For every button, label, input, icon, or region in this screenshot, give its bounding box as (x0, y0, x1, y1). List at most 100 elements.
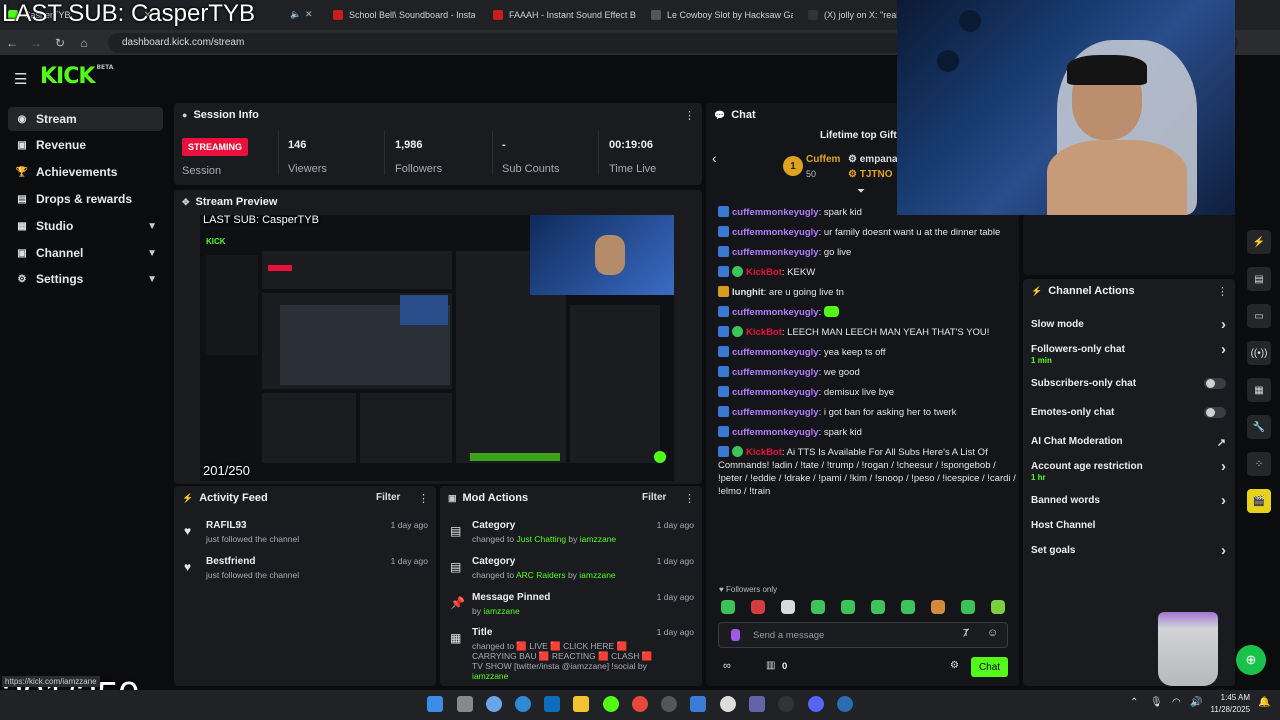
broadcast-icon[interactable]: ((•)) (1247, 341, 1271, 365)
chat-username[interactable]: cuffemmonkeyugly (732, 247, 819, 258)
channel-action-followers-only-chat[interactable]: Followers-only chat 1 min › (1031, 341, 1226, 365)
back-icon[interactable]: ← (0, 36, 24, 50)
emote-icon[interactable] (961, 600, 975, 614)
mic-icon[interactable]: 🎙 (1150, 697, 1163, 708)
clock-time[interactable]: 1:45 AM (1212, 693, 1250, 702)
emote-icon[interactable] (721, 600, 735, 614)
channel-action-ai-chat-moderation[interactable]: AI Chat Moderation ↗ (1031, 436, 1226, 449)
chat-username[interactable]: cuffemmonkeyugly (732, 387, 819, 398)
layout-icon[interactable]: ▦ (1247, 378, 1271, 402)
chat-username[interactable]: KickBot (746, 327, 782, 338)
channel-action-emotes-only-chat[interactable]: Emotes-only chat (1031, 407, 1226, 418)
gifter-name[interactable]: Cuffem (806, 154, 840, 165)
browser-tab[interactable]: (X) jolly on X: "really c (800, 4, 897, 26)
clock-date[interactable]: 11/28/2025 (1204, 705, 1250, 714)
xbox-icon[interactable] (603, 696, 619, 712)
emote-icon[interactable] (901, 600, 915, 614)
emote-icon[interactable] (811, 600, 825, 614)
chrome-icon[interactable] (632, 696, 648, 712)
chat-username[interactable]: KickBot (746, 447, 782, 458)
obs-icon[interactable] (778, 696, 794, 712)
reload-icon[interactable]: ↻ (48, 36, 72, 50)
kick-logo[interactable]: KICK BETA (40, 64, 113, 89)
chat-icon[interactable]: ▭ (1247, 304, 1271, 328)
folder-icon[interactable] (573, 696, 589, 712)
copilot-icon[interactable] (486, 696, 502, 712)
toggle-switch[interactable] (1204, 378, 1226, 389)
gifter-name[interactable]: ⚙ empana (848, 154, 898, 165)
emote-icon[interactable] (931, 600, 945, 614)
teams-icon[interactable] (749, 696, 765, 712)
browser-tab[interactable]: Le Cowboy Slot by Hacksaw Ga✕ (643, 4, 793, 26)
volume-icon[interactable]: 🔊 (1190, 697, 1202, 708)
discord-icon[interactable] (808, 696, 824, 712)
mute-icon[interactable]: 🔈 (290, 9, 301, 20)
bolt-icon[interactable]: ⚡ (1247, 230, 1271, 254)
app-icon[interactable] (720, 696, 736, 712)
edge-icon[interactable] (515, 696, 531, 712)
sidebar-item-drops[interactable]: ▤ Drops & rewards (8, 187, 163, 211)
emote-icon[interactable] (751, 600, 765, 614)
sidebar-item-achievements[interactable]: 🏆 Achievements (8, 160, 163, 184)
channel-action-slow-mode[interactable]: Slow mode › (1031, 316, 1226, 333)
browser-tab[interactable]: FAAAH - Instant Sound Effect B✕ (485, 4, 640, 26)
steam-icon[interactable] (837, 696, 853, 712)
channel-action-account-age-restriction[interactable]: Account age restriction 1 hr › (1031, 458, 1226, 482)
channel-action-host-channel[interactable]: Host Channel (1031, 520, 1226, 531)
close-icon[interactable]: ✕ (305, 9, 313, 20)
chat-username[interactable]: cuffemmonkeyugly (732, 407, 819, 418)
emote-icon[interactable] (781, 600, 795, 614)
settings-icon[interactable] (661, 696, 677, 712)
filter-button[interactable]: Filter (642, 492, 666, 503)
wrench-icon[interactable]: 🔧 (1247, 415, 1271, 439)
stream-preview-video[interactable]: KICK LAST SUB: CasperTYB 201/250 (200, 215, 674, 481)
sidebar-item-studio[interactable]: ▦ Studio ▼ (8, 214, 163, 238)
more-options-icon[interactable]: ⋮ (684, 492, 695, 505)
browser-tab[interactable]: School Bell\ Soundboard - Insta✕ (325, 4, 475, 26)
support-icon[interactable]: ⊕ (1236, 645, 1266, 675)
wifi-icon[interactable]: ◠ (1172, 697, 1181, 708)
notification-icon[interactable]: 🔔 (1258, 697, 1270, 708)
emote-icon[interactable] (871, 600, 885, 614)
chevron-left-icon[interactable]: ‹ (712, 150, 717, 166)
sidebar-item-stream[interactable]: ◉ Stream (8, 107, 163, 131)
clapper-icon[interactable]: 🎬 (1247, 489, 1271, 513)
tray-chevron-icon[interactable]: ⌃ (1130, 697, 1138, 708)
forward-icon[interactable]: → (24, 36, 48, 50)
filter-button[interactable]: Filter (376, 492, 400, 503)
apps-icon[interactable]: ⁘ (1247, 452, 1271, 476)
channel-action-subscribers-only-chat[interactable]: Subscribers-only chat (1031, 378, 1226, 389)
chat-username[interactable]: KickBot (746, 267, 782, 278)
collapse-icon[interactable]: ⏷ (857, 186, 865, 197)
channel-action-set-goals[interactable]: Set goals › (1031, 542, 1226, 559)
chat-username[interactable]: lunghit (732, 287, 764, 298)
chat-username[interactable]: cuffemmonkeyugly (732, 367, 819, 378)
send-chat-button[interactable]: Chat (971, 657, 1008, 677)
notes-icon[interactable]: ▤ (1247, 267, 1271, 291)
store-icon[interactable] (690, 696, 706, 712)
mic-icon[interactable] (731, 629, 740, 641)
sidebar-item-channel[interactable]: ▣ Channel ▼ (8, 241, 163, 265)
gift-icon[interactable]: ▥ (766, 660, 775, 671)
menu-icon[interactable]: ☰ (14, 70, 27, 88)
chat-username[interactable]: cuffemmonkeyugly (732, 347, 819, 358)
chat-username[interactable]: cuffemmonkeyugly (732, 427, 819, 438)
translate-icon[interactable]: Ⱦ (963, 628, 969, 639)
more-options-icon[interactable]: ⋮ (684, 109, 695, 122)
gifter-name[interactable]: ⚙ TJTNO (848, 169, 893, 180)
more-options-icon[interactable]: ⋮ (418, 492, 429, 505)
start-icon[interactable] (427, 696, 443, 712)
chat-input[interactable]: Send a message Ⱦ ☺ (718, 622, 1008, 648)
toggle-switch[interactable] (1204, 407, 1226, 418)
outlook-icon[interactable] (544, 696, 560, 712)
gear-icon[interactable]: ⚙ (950, 660, 959, 671)
close-icon[interactable]: ✕ (636, 10, 640, 21)
sidebar-item-revenue[interactable]: ▣ Revenue (8, 133, 163, 157)
sidebar-item-settings[interactable]: ⚙ Settings ▼ (8, 267, 163, 291)
emote-icon[interactable] (841, 600, 855, 614)
chat-username[interactable]: cuffemmonkeyugly (732, 307, 819, 318)
task-view-icon[interactable] (457, 696, 473, 712)
chat-username[interactable]: cuffemmonkeyugly (732, 207, 819, 218)
emote-icon[interactable] (991, 600, 1005, 614)
channel-action-banned-words[interactable]: Banned words › (1031, 492, 1226, 509)
